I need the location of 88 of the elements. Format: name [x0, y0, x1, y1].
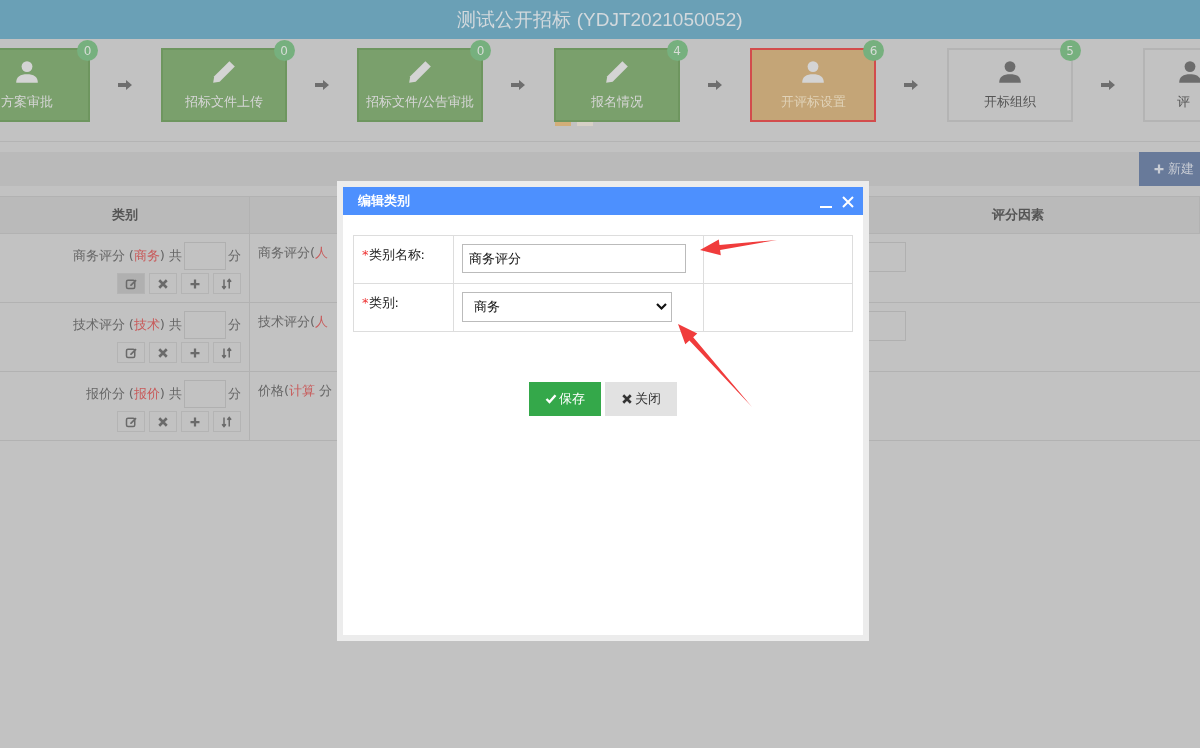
action-button[interactable] — [149, 273, 177, 294]
action-button[interactable] — [149, 411, 177, 432]
pencil-icon — [407, 59, 433, 85]
method-text: 计算 — [289, 383, 316, 398]
delete-icon — [157, 415, 169, 428]
category-label: ) 共 — [159, 385, 182, 403]
sort-arrows-icon — [221, 415, 233, 428]
sort-arrows-icon — [221, 346, 233, 359]
edit-icon — [125, 415, 137, 428]
count-badge: 6 — [863, 40, 884, 61]
arrow-right-icon — [904, 80, 919, 90]
plus-icon — [189, 415, 201, 428]
close-button[interactable] — [841, 194, 855, 208]
close-icon — [621, 393, 633, 405]
action-button[interactable] — [117, 411, 145, 432]
person-icon — [996, 59, 1023, 85]
action-button[interactable] — [181, 411, 209, 432]
action-button[interactable] — [117, 342, 145, 363]
check-icon — [545, 393, 557, 405]
category-label: 技术评分 ( — [72, 316, 134, 334]
step-label: 招标文件上传 — [184, 93, 263, 111]
sort-arrows-icon — [221, 277, 233, 290]
factor-text: 商务评分( — [258, 245, 316, 260]
action-button[interactable] — [213, 273, 241, 294]
delete-icon — [157, 277, 169, 290]
new-button[interactable]: 新建 — [1139, 152, 1200, 186]
step-card[interactable]: 评 — [1143, 48, 1200, 122]
arrow-right-icon — [118, 80, 133, 90]
name-input[interactable]: 商务评分 — [462, 244, 686, 273]
category-label: ) 共 — [159, 247, 182, 265]
count-badge: 5 — [1059, 40, 1081, 61]
count-badge: 0 — [273, 40, 295, 61]
person-icon — [800, 59, 826, 85]
category-select[interactable]: 商务 — [462, 292, 672, 322]
plus-icon — [1153, 163, 1165, 175]
category-type: 报价 — [133, 385, 160, 403]
category-type: 商务 — [133, 247, 160, 265]
field-label: *类别名称: — [362, 247, 425, 262]
person-icon — [1177, 59, 1200, 85]
column-header: 类别 — [111, 206, 138, 224]
category-label: 报价分 ( — [85, 385, 134, 403]
arrow-right-icon — [707, 80, 722, 90]
pencil-icon — [210, 59, 237, 85]
count-badge: 0 — [470, 40, 491, 61]
step-label: 开标组织 — [983, 93, 1036, 111]
action-button[interactable] — [213, 411, 241, 432]
dialog-title: 编辑类别 — [358, 192, 410, 210]
factor-text: 分 — [318, 383, 333, 398]
unit-label: 分 — [228, 385, 241, 403]
save-button[interactable]: 保存 — [529, 382, 601, 416]
arrow-right-icon — [1100, 80, 1115, 90]
category-label: 商务评分 ( — [72, 247, 134, 265]
count-badge: 0 — [77, 40, 98, 61]
close-icon — [842, 196, 854, 208]
pencil-icon — [603, 59, 630, 85]
delete-icon — [157, 346, 169, 359]
count-badge: 4 — [666, 40, 688, 61]
step-label: 报名情况 — [590, 93, 643, 111]
action-button[interactable] — [149, 342, 177, 363]
person-icon — [14, 59, 40, 85]
page-title: 测试公开招标 (YDJT2021050052) — [457, 7, 743, 32]
factor-text: 技术评分( — [258, 314, 316, 329]
step-label: 评 — [1177, 93, 1190, 111]
arrow-right-icon — [511, 80, 526, 90]
close-button[interactable]: 关闭 — [605, 382, 677, 416]
edit-icon — [125, 277, 137, 290]
unit-label: 分 — [228, 316, 241, 334]
edit-icon — [125, 346, 137, 359]
field-label: *类别: — [362, 295, 399, 310]
method-text: 人 — [315, 314, 329, 329]
action-button[interactable] — [181, 342, 209, 363]
action-button[interactable] — [117, 273, 145, 294]
plus-icon — [189, 346, 201, 359]
plus-icon — [189, 277, 201, 290]
arrow-right-icon — [314, 80, 329, 90]
category-label: ) 共 — [159, 316, 182, 334]
method-text: 人 — [315, 245, 329, 260]
unit-label: 分 — [228, 247, 241, 265]
step-label: 开评标设置 — [780, 93, 846, 111]
factor-text: 价格( — [258, 383, 290, 398]
action-button[interactable] — [181, 273, 209, 294]
minimize-icon — [820, 206, 832, 208]
step-label: 方案审批 — [1, 93, 53, 111]
category-type: 技术 — [133, 316, 160, 334]
step-label: 招标文件/公告审批 — [365, 93, 475, 111]
chevron-down-icon — [656, 303, 667, 311]
action-button[interactable] — [213, 342, 241, 363]
column-header: 评分因素 — [991, 206, 1044, 224]
